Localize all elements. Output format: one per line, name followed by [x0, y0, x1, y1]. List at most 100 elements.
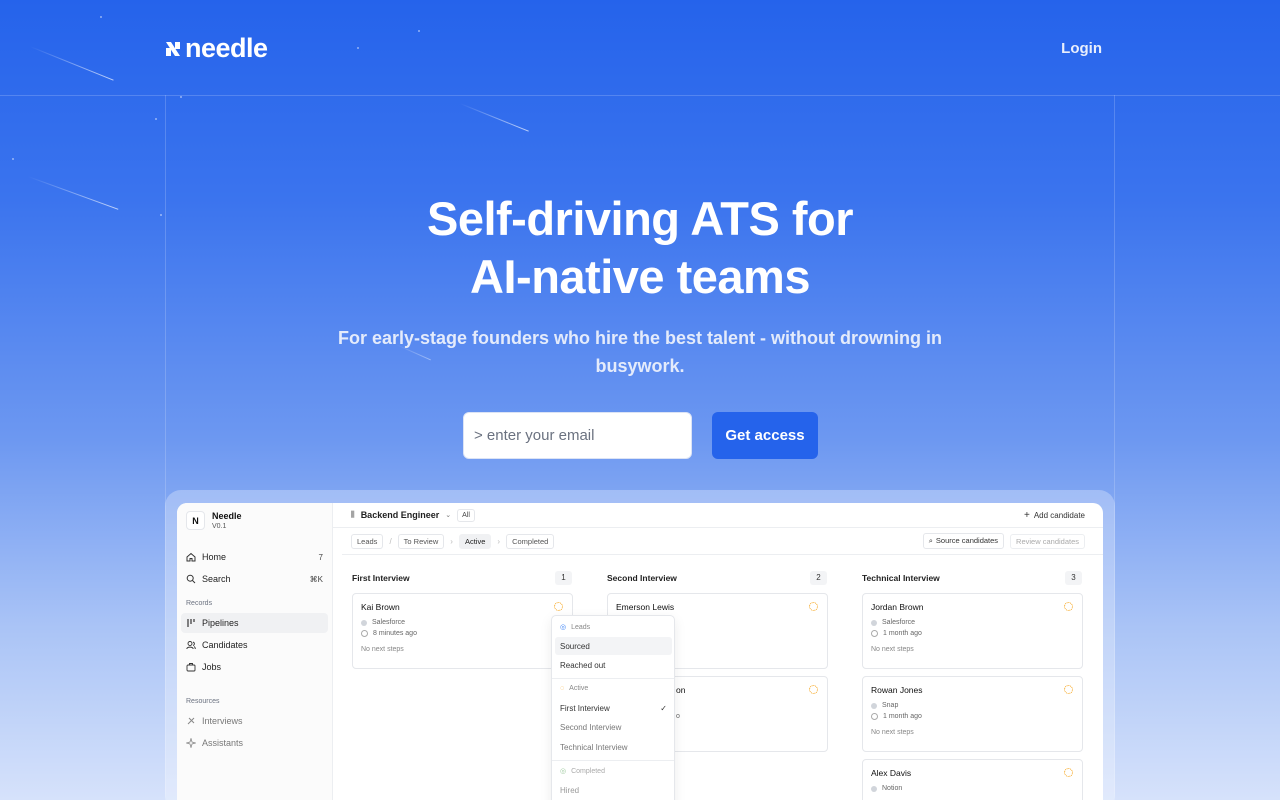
shooting-star: [459, 103, 529, 132]
status-indicator-icon[interactable]: [809, 602, 818, 611]
workspace-switcher[interactable]: N Needle V0.1: [186, 511, 242, 530]
check-icon: ✓: [660, 703, 667, 713]
column-header: Technical Interview 3: [862, 571, 1082, 585]
workspace-version: V0.1: [212, 523, 227, 530]
dropdown-group-label: Completed: [571, 767, 605, 775]
sidebar-item-label: Search: [202, 574, 231, 584]
add-candidate-label: Add candidate: [1033, 510, 1085, 520]
candidate-time: 8 minutes ago: [373, 630, 417, 637]
dropdown-group-completed: ◎ Completed: [560, 767, 605, 776]
column-header: Second Interview 2: [607, 571, 827, 585]
dropdown-item-first-interview[interactable]: First Interview ✓: [555, 699, 672, 717]
dropdown-item-reached-out[interactable]: Reached out: [555, 656, 672, 674]
hero-title-line2: AI-native teams: [470, 250, 810, 303]
brand-logo[interactable]: needle: [165, 33, 268, 64]
sidebar-item-interviews[interactable]: Interviews: [181, 711, 328, 731]
candidate-card[interactable]: Alex Davis Notion: [862, 759, 1083, 800]
needle-logo-icon: [166, 41, 180, 56]
candidate-source: Salesforce: [372, 619, 406, 626]
sidebar-item-label: Pipelines: [202, 618, 239, 628]
get-access-button[interactable]: Get access: [712, 412, 818, 459]
header-divider: [0, 95, 1280, 96]
stage-completed[interactable]: Completed: [506, 533, 555, 549]
users-icon: [186, 641, 196, 650]
workspace-logo-icon: N: [186, 511, 205, 530]
dropdown-group-leads: ◎ Leads: [560, 623, 590, 632]
dropdown-item-technical-interview[interactable]: Technical Interview: [555, 738, 672, 756]
column-technical-interview: Technical Interview 3 Jordan Brown Sales…: [852, 555, 1092, 800]
clock-icon: [871, 713, 878, 720]
star: [180, 96, 182, 98]
resources-section-label: Resources: [186, 698, 220, 705]
stage-to-review[interactable]: To Review: [397, 533, 445, 549]
sidebar-item-label: Candidates: [202, 640, 248, 650]
status-indicator-icon[interactable]: [1064, 685, 1073, 694]
app-topbar: ⫼ Backend Engineer ⌄ All + Add candidate: [333, 503, 1103, 528]
site-header: needle Login: [0, 0, 1280, 95]
stage-leads[interactable]: Leads: [351, 533, 384, 549]
search-icon: [186, 574, 196, 584]
candidate-card[interactable]: Rowan Jones Snap 1 month ago No next ste…: [862, 676, 1083, 752]
review-candidates-button[interactable]: Review candidates: [1010, 533, 1085, 549]
add-candidate-button[interactable]: + Add candidate: [1024, 510, 1085, 521]
stage-filter-bar: Leads / To Review › Active › Completed ⌕…: [333, 528, 1103, 554]
status-indicator-icon[interactable]: [554, 602, 563, 611]
dropdown-divider: [552, 678, 674, 679]
leads-icon: ◎: [560, 624, 567, 631]
status-indicator-icon[interactable]: [809, 685, 818, 694]
briefcase-icon: [186, 663, 196, 672]
dropdown-item-label: First Interview: [560, 703, 610, 713]
candidate-card[interactable]: Kai Brown Salesforce 8 minutes ago No ne…: [352, 593, 573, 669]
home-icon: [186, 552, 196, 562]
candidate-name: Emerson Lewis: [616, 602, 675, 612]
sidebar-item-label: Home: [202, 552, 227, 562]
candidate-name: Jordan Brown: [871, 602, 924, 612]
candidate-name: Kai Brown: [361, 602, 400, 612]
chevron-down-icon[interactable]: ⌄: [445, 511, 451, 519]
column-title: First Interview: [352, 573, 410, 583]
email-input[interactable]: [463, 412, 692, 459]
workspace-name: Needle: [212, 511, 242, 521]
sidebar-item-pipelines[interactable]: Pipelines: [181, 613, 328, 633]
search-icon: ⌕: [928, 536, 933, 545]
source-candidates-label: Source candidates: [935, 536, 999, 545]
active-icon: ◌: [560, 685, 565, 692]
hero-title: Self-driving ATS for AI-native teams: [0, 190, 1280, 306]
column-title: Second Interview: [607, 573, 677, 583]
column-title: Technical Interview: [862, 573, 940, 583]
sidebar-item-assistants[interactable]: Assistants: [181, 733, 328, 753]
sidebar-item-jobs[interactable]: Jobs: [181, 657, 328, 677]
sidebar-item-search[interactable]: Search ⌘K: [181, 569, 328, 589]
candidate-card[interactable]: Jordan Brown Salesforce 1 month ago No n…: [862, 593, 1083, 669]
source-candidates-button[interactable]: ⌕ Source candidates: [922, 533, 1005, 549]
candidate-name: Rowan Jones: [871, 685, 923, 695]
app-preview: N Needle V0.1 Home 7 Search ⌘K Records P…: [177, 503, 1103, 800]
home-count-badge: 7: [318, 552, 323, 562]
brand-name: needle: [185, 33, 268, 63]
source-icon: [361, 619, 367, 626]
dropdown-item-sourced[interactable]: Sourced: [555, 637, 672, 655]
stage-active[interactable]: Active: [458, 533, 492, 549]
app-sidebar: N Needle V0.1 Home 7 Search ⌘K Records P…: [177, 503, 333, 800]
sidebar-item-home[interactable]: Home 7: [181, 547, 328, 567]
hero-title-line1: Self-driving ATS for: [426, 192, 854, 245]
filter-chip[interactable]: All: [457, 508, 475, 522]
status-indicator-icon[interactable]: [1064, 768, 1073, 777]
candidate-time: o: [676, 713, 680, 720]
sidebar-item-candidates[interactable]: Candidates: [181, 635, 328, 655]
column-count: 2: [810, 571, 827, 585]
next-steps: No next steps: [361, 646, 404, 653]
star: [12, 158, 14, 160]
sidebar-item-label: Interviews: [202, 716, 243, 726]
login-link[interactable]: Login: [1061, 40, 1102, 57]
dropdown-item-second-interview[interactable]: Second Interview: [555, 718, 672, 736]
status-indicator-icon[interactable]: [1064, 602, 1073, 611]
job-title[interactable]: Backend Engineer: [361, 510, 440, 520]
column-count: 1: [555, 571, 572, 585]
completed-icon: ◎: [560, 768, 567, 775]
column-header: First Interview 1: [352, 571, 572, 585]
clock-icon: [361, 630, 368, 637]
dropdown-item-hired[interactable]: Hired: [555, 781, 672, 799]
clock-icon: [871, 630, 878, 637]
chevron-right-icon: ›: [497, 536, 501, 546]
